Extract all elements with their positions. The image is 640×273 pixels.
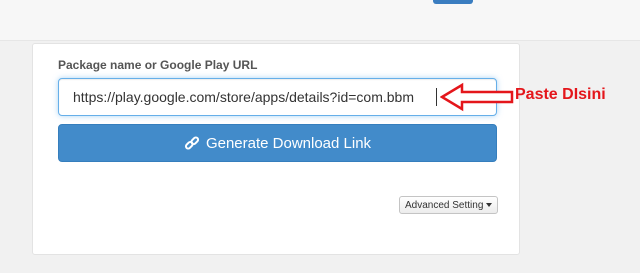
package-field-label: Package name or Google Play URL [58, 58, 258, 72]
advanced-setting-label: Advanced Setting [405, 199, 484, 211]
arrow-left-icon [440, 82, 514, 112]
link-icon [184, 135, 200, 151]
text-cursor [436, 88, 437, 106]
generate-button-label: Generate Download Link [205, 134, 372, 152]
top-bar [0, 0, 640, 41]
paste-here-annotation: Paste DIsini [515, 86, 606, 103]
generate-download-link-button[interactable]: Generate Download Link [58, 124, 497, 162]
caret-down-icon [486, 203, 493, 207]
package-url-input[interactable] [58, 78, 497, 116]
advanced-setting-dropdown[interactable]: Advanced Setting [399, 196, 499, 214]
top-menu-button[interactable] [433, 0, 473, 4]
